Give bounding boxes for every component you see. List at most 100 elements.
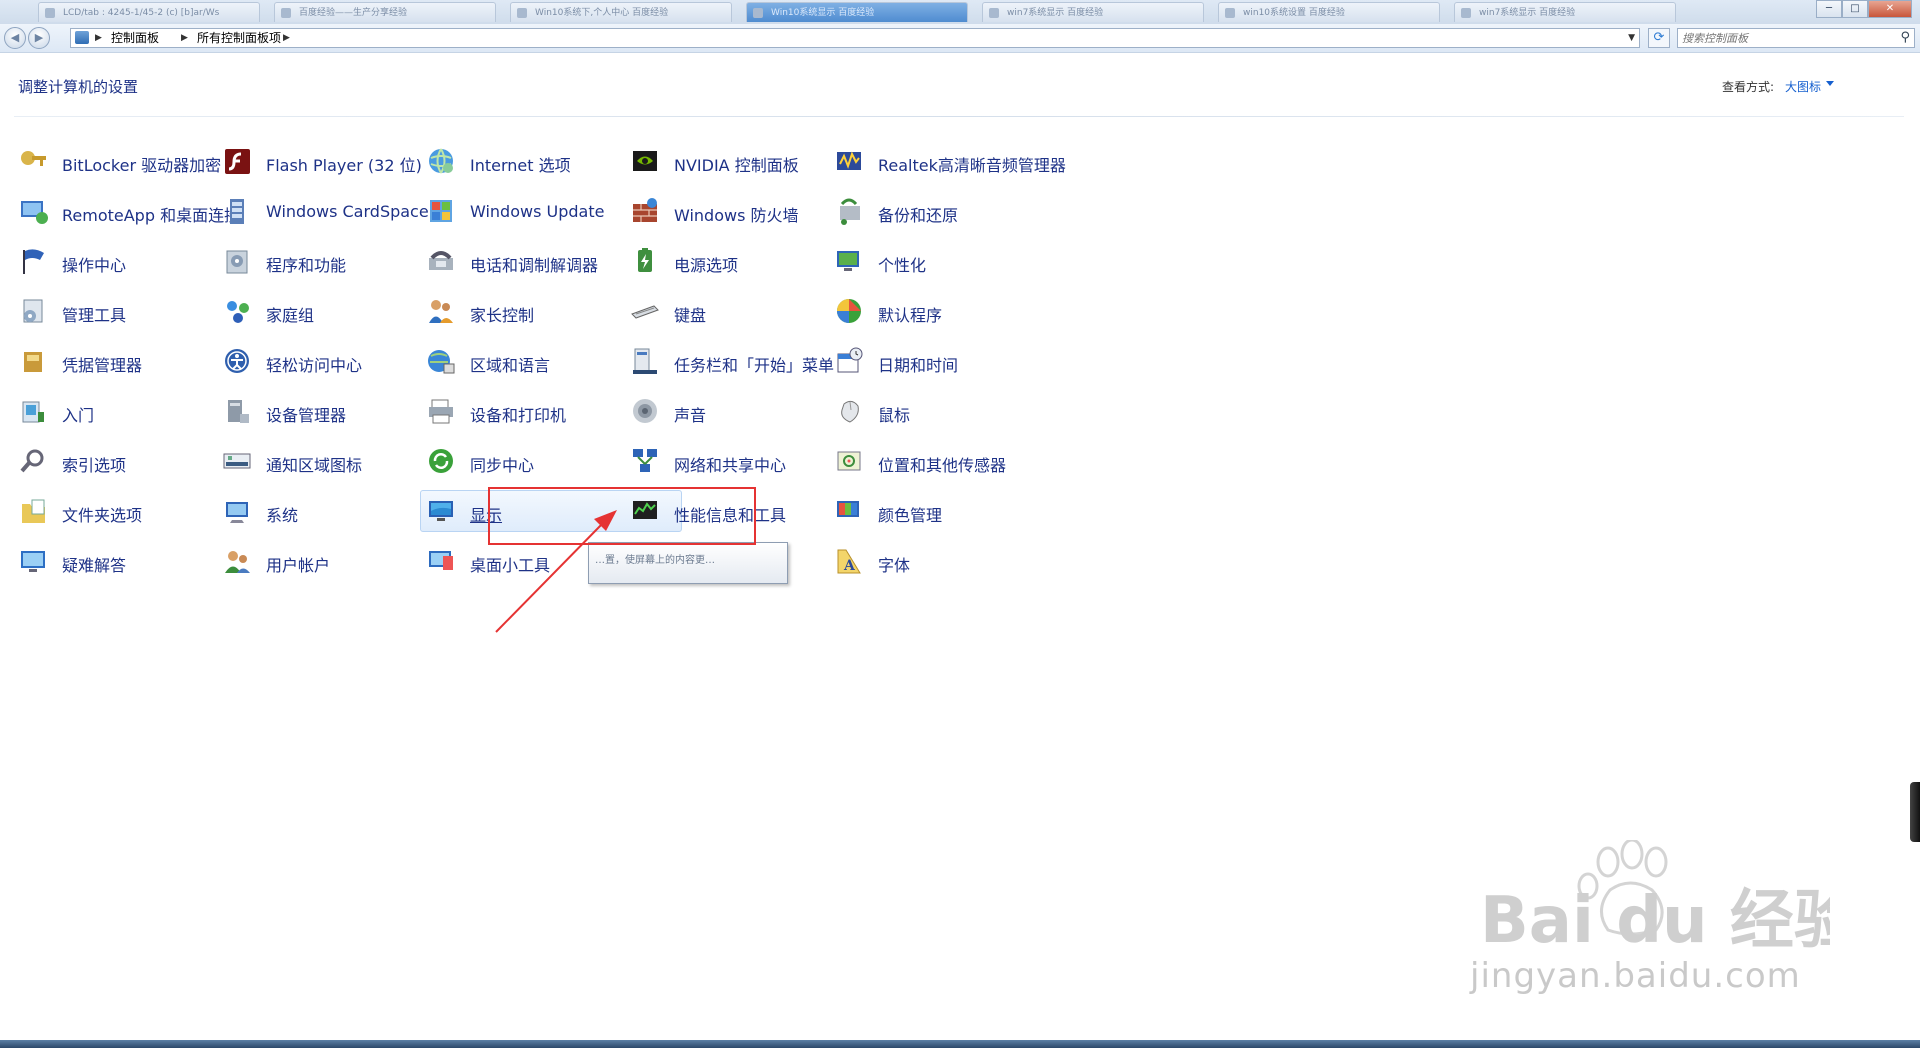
control-panel-item-label[interactable]: 疑难解答 bbox=[62, 552, 126, 576]
tab-favicon-icon bbox=[281, 8, 291, 18]
phone-modem-icon bbox=[429, 251, 453, 270]
control-panel-item-label[interactable]: Realtek高清晰音频管理器 bbox=[878, 152, 1066, 176]
control-panel-item-label[interactable]: Windows CardSpace bbox=[266, 202, 429, 221]
control-panel-item-label[interactable]: 颜色管理 bbox=[878, 502, 942, 526]
search-box[interactable]: ⚲ bbox=[1677, 28, 1915, 48]
control-panel-item-label[interactable]: Windows Update bbox=[470, 202, 604, 221]
control-panel-item-label[interactable]: 网络和共享中心 bbox=[674, 452, 786, 476]
control-panel-item-label[interactable]: 默认程序 bbox=[878, 302, 942, 326]
control-panel-item-label[interactable]: 设备和打印机 bbox=[470, 402, 566, 426]
control-panel-item[interactable]: 位置和其他传感器 bbox=[830, 442, 1070, 480]
close-button[interactable]: ✕ bbox=[1868, 0, 1912, 18]
browser-tab[interactable]: win7系统显示 百度经验 bbox=[982, 2, 1204, 22]
browser-tab[interactable]: win10系统设置 百度经验 bbox=[1218, 2, 1440, 22]
control-panel-item-label[interactable]: 桌面小工具 bbox=[470, 552, 550, 576]
control-panel-item-label[interactable]: 文件夹选项 bbox=[62, 502, 142, 526]
control-panel-item-label[interactable]: 任务栏和「开始」菜单 bbox=[674, 352, 834, 376]
tab-favicon-icon bbox=[989, 8, 999, 18]
browser-tab[interactable]: Win10系统显示 百度经验 bbox=[746, 2, 968, 22]
power-options-icon bbox=[638, 248, 652, 272]
control-panel-item-label[interactable]: 日期和时间 bbox=[878, 352, 958, 376]
control-panel-item[interactable]: 备份和还原 bbox=[830, 192, 1070, 230]
control-panel-item-label[interactable]: Windows 防火墙 bbox=[674, 202, 799, 226]
control-panel-item-label[interactable]: 用户帐户 bbox=[266, 552, 330, 576]
control-panel-item-label[interactable]: 鼠标 bbox=[878, 402, 910, 426]
control-panel-item-label[interactable]: 字体 bbox=[878, 552, 910, 576]
control-panel-item[interactable]: Realtek高清晰音频管理器 bbox=[830, 142, 1070, 180]
breadcrumb-all-items[interactable]: 所有控制面板项 bbox=[197, 29, 281, 47]
breadcrumb-separator-icon[interactable]: ▶ bbox=[283, 29, 290, 47]
browser-tab[interactable]: LCD/tab : 4245-1/45-2 (c) [b]ar/Ws bbox=[38, 2, 260, 22]
tab-title: Win10系统显示 百度经验 bbox=[771, 8, 875, 18]
browser-tab-strip: LCD/tab : 4245-1/45-2 (c) [b]ar/Ws 百度经验——… bbox=[0, 0, 1920, 25]
control-panel-item-label[interactable]: 位置和其他传感器 bbox=[878, 452, 1006, 476]
control-panel-item-label[interactable]: 区域和语言 bbox=[470, 352, 550, 376]
desktop-gadgets-icon bbox=[429, 551, 453, 570]
control-panel-item-label[interactable]: 声音 bbox=[674, 402, 706, 426]
search-input[interactable] bbox=[1682, 30, 1882, 46]
control-panel-item-label[interactable]: 索引选项 bbox=[62, 452, 126, 476]
control-panel-item-label[interactable]: 凭据管理器 bbox=[62, 352, 142, 376]
control-panel-item-label[interactable]: 系统 bbox=[266, 502, 298, 526]
control-panel-item-label[interactable]: 家庭组 bbox=[266, 302, 314, 326]
control-panel-item-label[interactable]: RemoteApp 和桌面连接 bbox=[62, 202, 240, 226]
control-panel-item[interactable]: 鼠标 bbox=[830, 392, 1070, 430]
breadcrumb-control-panel[interactable]: 控制面板 bbox=[111, 29, 159, 47]
control-panel-item-label[interactable]: 备份和还原 bbox=[878, 202, 958, 226]
nvidia-icon bbox=[633, 151, 657, 171]
tab-favicon-icon bbox=[1461, 8, 1471, 18]
address-dropdown-icon[interactable]: ▼ bbox=[1628, 29, 1635, 47]
control-panel-item-label[interactable]: NVIDIA 控制面板 bbox=[674, 152, 799, 176]
tab-title: win10系统设置 百度经验 bbox=[1243, 8, 1345, 18]
keyboard-icon bbox=[631, 305, 659, 319]
control-panel-item-label[interactable]: 通知区域图标 bbox=[266, 452, 362, 476]
address-bar[interactable]: ▶ 控制面板 ▶ 所有控制面板项 ▶ ▼ bbox=[70, 28, 1640, 48]
control-panel-item-label[interactable]: 同步中心 bbox=[470, 452, 534, 476]
maximize-button[interactable]: □ bbox=[1842, 0, 1868, 18]
minimize-button[interactable]: ─ bbox=[1816, 0, 1842, 18]
breadcrumb-separator-icon[interactable]: ▶ bbox=[181, 29, 188, 47]
browser-tab[interactable]: 百度经验——生产分享经验 bbox=[274, 2, 496, 22]
programs-features-icon bbox=[226, 250, 248, 274]
control-panel-item-label[interactable]: 入门 bbox=[62, 402, 94, 426]
control-panel-item[interactable]: 颜色管理 bbox=[830, 492, 1070, 530]
browser-tab[interactable]: win7系统显示 百度经验 bbox=[1454, 2, 1676, 22]
network-sharing-icon bbox=[633, 449, 657, 472]
browser-tab[interactable]: Win10系统下,个人中心 百度经验 bbox=[510, 2, 732, 22]
sync-center-icon bbox=[429, 449, 453, 473]
display-icon bbox=[429, 501, 453, 521]
control-panel-item-label[interactable]: 家长控制 bbox=[470, 302, 534, 326]
internet-options-icon bbox=[429, 148, 453, 174]
forward-button[interactable]: ▶ bbox=[28, 27, 50, 49]
device-manager-icon bbox=[228, 400, 249, 423]
control-panel-item-label[interactable]: 电话和调制解调器 bbox=[470, 252, 598, 276]
control-panel-item-label[interactable]: Flash Player (32 位) bbox=[266, 152, 422, 176]
control-panel-item-label[interactable]: 管理工具 bbox=[62, 302, 126, 326]
control-panel-item[interactable]: 日期和时间 bbox=[830, 342, 1070, 380]
control-panel-icon bbox=[75, 31, 89, 44]
control-panel-item-label[interactable]: 键盘 bbox=[674, 302, 706, 326]
control-panel-item-label[interactable]: 轻松访问中心 bbox=[266, 352, 362, 376]
control-panel-item-label[interactable]: Internet 选项 bbox=[470, 152, 571, 176]
control-panel-item-label[interactable]: 操作中心 bbox=[62, 252, 126, 276]
back-button[interactable]: ◀ bbox=[4, 27, 26, 49]
control-panel-item-label[interactable]: 设备管理器 bbox=[266, 402, 346, 426]
tab-favicon-icon bbox=[45, 8, 55, 18]
svg-text:A: A bbox=[843, 558, 856, 574]
chevron-down-icon[interactable] bbox=[1826, 81, 1834, 86]
search-icon[interactable]: ⚲ bbox=[1900, 30, 1910, 45]
taskbar-start-menu-icon bbox=[633, 348, 657, 374]
realtek-audio-icon bbox=[837, 151, 861, 170]
control-panel-item-label[interactable]: BitLocker 驱动器加密 bbox=[62, 152, 221, 176]
control-panel-item-label[interactable]: 电源选项 bbox=[674, 252, 738, 276]
side-gadget-handle[interactable] bbox=[1910, 782, 1920, 842]
refresh-button[interactable]: ⟳ bbox=[1648, 28, 1670, 48]
control-panel-item-label[interactable]: 个性化 bbox=[878, 252, 926, 276]
control-panel-item[interactable]: 默认程序 bbox=[830, 292, 1070, 330]
control-panel-item[interactable]: A 字体 bbox=[830, 542, 1070, 580]
control-panel-item-label[interactable]: 程序和功能 bbox=[266, 252, 346, 276]
folder-options-icon bbox=[22, 499, 45, 523]
breadcrumb-separator-icon[interactable]: ▶ bbox=[95, 29, 102, 47]
view-by-dropdown[interactable]: 大图标 bbox=[1785, 78, 1821, 95]
control-panel-item[interactable]: 个性化 bbox=[830, 242, 1070, 280]
